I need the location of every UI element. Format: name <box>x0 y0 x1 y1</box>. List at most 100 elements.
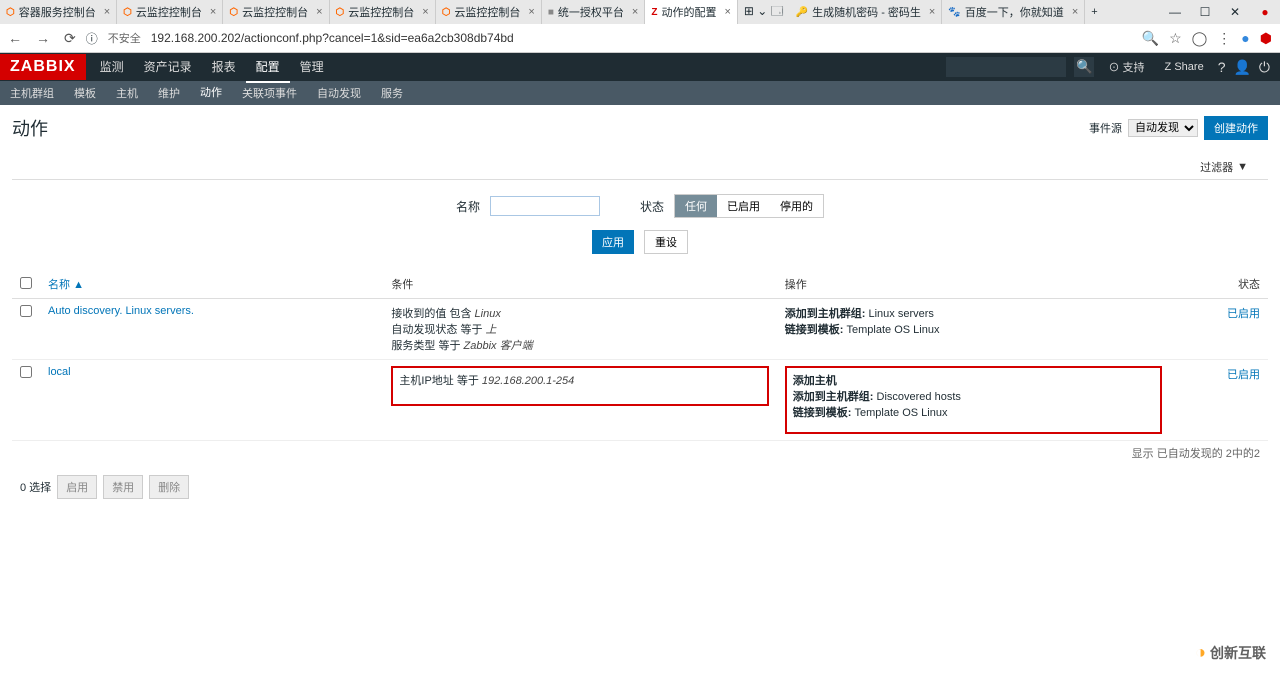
row-checkbox[interactable] <box>20 305 32 317</box>
apply-button[interactable]: 应用 <box>592 230 634 254</box>
condition-cell: 接收到的值 包含 Linux 自动发现状态 等于 上 服务类型 等于 Zabbi… <box>383 299 776 360</box>
tab-close-icon[interactable]: × <box>724 6 730 18</box>
tab-favicon-icon: ⬡ <box>442 7 451 18</box>
action-name-link[interactable]: local <box>48 366 71 378</box>
content-area: 动作 事件源 自动发现 创建动作 过滤器 ▼ 名称 状态 任何 已启用 停用的 <box>0 105 1280 519</box>
tab-label: 统一授权平台 <box>558 4 624 20</box>
event-source-select[interactable]: 自动发现 <box>1128 119 1198 137</box>
minimize-button[interactable]: — <box>1160 0 1190 24</box>
col-status: 状态 <box>1170 270 1268 299</box>
browser-tab-active[interactable]: Z动作的配置× <box>645 0 738 24</box>
tab-favicon-icon: ■ <box>548 7 554 18</box>
action-name-link[interactable]: Auto discovery. Linux servers. <box>48 305 194 317</box>
nav-monitoring[interactable]: 监测 <box>90 52 134 83</box>
status-enabled-button[interactable]: 已启用 <box>717 195 770 217</box>
shield-icon[interactable]: ◯ <box>1192 30 1208 47</box>
tab-close-icon[interactable]: × <box>422 6 428 18</box>
browser-tab[interactable]: ⬡云监控控制台× <box>223 0 329 24</box>
reload-button[interactable]: ⟳ <box>64 30 76 47</box>
filter-status-label: 状态 <box>640 198 664 215</box>
filter-name-input[interactable] <box>490 196 600 216</box>
filter-row: 名称 状态 任何 已启用 停用的 <box>456 194 824 218</box>
search-input[interactable] <box>946 57 1066 77</box>
status-link[interactable]: 已启用 <box>1227 308 1260 320</box>
delete-button[interactable]: 删除 <box>149 475 189 499</box>
reset-button[interactable]: 重设 <box>644 230 688 254</box>
back-button[interactable]: ← <box>8 30 22 47</box>
browser-tab[interactable]: ⬡云监控控制台× <box>436 0 542 24</box>
search-button[interactable]: 🔍 <box>1074 57 1094 77</box>
sort-indicator-icon: ▲ <box>73 279 84 291</box>
subnav-hosts[interactable]: 主机 <box>106 80 148 106</box>
zabbix-logo[interactable]: ZABBIX <box>0 54 86 80</box>
browser-tab[interactable]: ■ 统一授权平台 × <box>542 0 645 24</box>
star-icon[interactable]: ☆ <box>1169 30 1182 47</box>
addr-right-icons: 🔍 ☆ ◯ ⋮ ● ⬢ <box>1142 30 1272 47</box>
status-any-button[interactable]: 任何 <box>675 195 717 217</box>
browser-tab[interactable]: ⬡容器服务控制台× <box>0 0 117 24</box>
maximize-button[interactable]: ☐ <box>1190 0 1220 24</box>
main-nav: 监测 资产记录 报表 配置 管理 <box>90 52 334 83</box>
support-link[interactable]: ⊙ 支持 <box>1102 57 1150 77</box>
subnav-services[interactable]: 服务 <box>371 80 413 106</box>
help-icon[interactable]: ? <box>1218 59 1226 75</box>
subnav-maintenance[interactable]: 维护 <box>148 80 190 106</box>
create-action-button[interactable]: 创建动作 <box>1204 116 1268 140</box>
tab-close-icon[interactable]: × <box>929 6 935 18</box>
header-right: 🔍 ⊙ 支持 Z Share ? 👤 ⏻ <box>946 57 1280 77</box>
tab-favicon-icon: 🐾 <box>948 7 960 18</box>
status-link[interactable]: 已启用 <box>1227 369 1260 381</box>
subnav-templates[interactable]: 模板 <box>64 80 106 106</box>
filter-body: 名称 状态 任何 已启用 停用的 应用 重设 <box>12 179 1268 264</box>
tab-close-icon[interactable]: × <box>632 6 638 18</box>
tab-favicon-icon: ⬡ <box>123 7 132 18</box>
col-name[interactable]: 名称 ▲ <box>40 270 383 299</box>
filter-toggle[interactable]: 过滤器 ▼ <box>1192 155 1256 179</box>
info-icon[interactable]: ⓘ <box>86 30 98 47</box>
subnav-actions[interactable]: 动作 <box>190 79 232 107</box>
extension-icons[interactable]: ⊞ ⌄ 🗔 <box>738 2 790 23</box>
table-footer: 0 选择 启用 禁用 删除 <box>12 465 1268 509</box>
tab-close-icon[interactable]: × <box>1072 6 1078 18</box>
title-right: 事件源 自动发现 创建动作 <box>1089 116 1268 140</box>
tab-close-icon[interactable]: × <box>210 6 216 18</box>
status-disabled-button[interactable]: 停用的 <box>770 195 823 217</box>
gear-icon[interactable]: ⬢ <box>1260 30 1272 47</box>
subnav-hostgroups[interactable]: 主机群组 <box>0 80 64 106</box>
enable-button[interactable]: 启用 <box>57 475 97 499</box>
select-all-checkbox[interactable] <box>20 277 32 289</box>
new-tab-button[interactable]: + <box>1085 0 1103 24</box>
subnav-discovery[interactable]: 自动发现 <box>307 80 371 106</box>
tab-label: 云监控控制台 <box>242 4 308 20</box>
browser-tab[interactable]: ⬡云监控控制台× <box>330 0 436 24</box>
nav-reports[interactable]: 报表 <box>202 52 246 83</box>
forward-button[interactable]: → <box>36 30 50 47</box>
row-checkbox[interactable] <box>20 366 32 378</box>
share-link[interactable]: Z Share <box>1159 59 1210 75</box>
display-info: 显示 已自动发现的 2中的2 <box>12 441 1268 465</box>
tab-close-icon[interactable]: × <box>528 6 534 18</box>
tab-label: 百度一下，你就知道 <box>965 4 1064 20</box>
browser-tab[interactable]: ⬡云监控控制台× <box>117 0 223 24</box>
nav-administration[interactable]: 管理 <box>290 52 334 83</box>
profile-icon[interactable]: ● <box>1241 30 1249 46</box>
table-row: Auto discovery. Linux servers. 接收到的值 包含 … <box>12 299 1268 360</box>
tab-close-icon[interactable]: × <box>104 6 110 18</box>
logout-icon[interactable]: ⏻ <box>1259 59 1270 76</box>
nav-inventory[interactable]: 资产记录 <box>134 52 202 83</box>
disable-button[interactable]: 禁用 <box>103 475 143 499</box>
address-bar: ← → ⟳ ⓘ 不安全 192.168.200.202/actionconf.p… <box>0 24 1280 52</box>
menu-icon[interactable]: ⋮ <box>1217 30 1231 47</box>
browser-tab[interactable]: 🔑生成随机密码 - 密码生× <box>790 0 943 24</box>
url-text[interactable]: 192.168.200.202/actionconf.php?cancel=1&… <box>151 31 1132 45</box>
user-icon[interactable]: 👤 <box>1233 59 1250 76</box>
browser-tab[interactable]: 🐾 百度一下，你就知道 × <box>942 0 1085 24</box>
tab-close-icon[interactable]: × <box>316 6 322 18</box>
extra-close-icon[interactable]: ● <box>1250 0 1280 24</box>
selected-count: 0 选择 <box>20 479 51 495</box>
close-window-button[interactable]: ✕ <box>1220 0 1250 24</box>
tab-label: 动作的配置 <box>661 4 716 20</box>
nav-configuration[interactable]: 配置 <box>246 52 290 83</box>
zoom-icon[interactable]: 🔍 <box>1142 30 1159 47</box>
subnav-correlation[interactable]: 关联项事件 <box>232 80 307 106</box>
